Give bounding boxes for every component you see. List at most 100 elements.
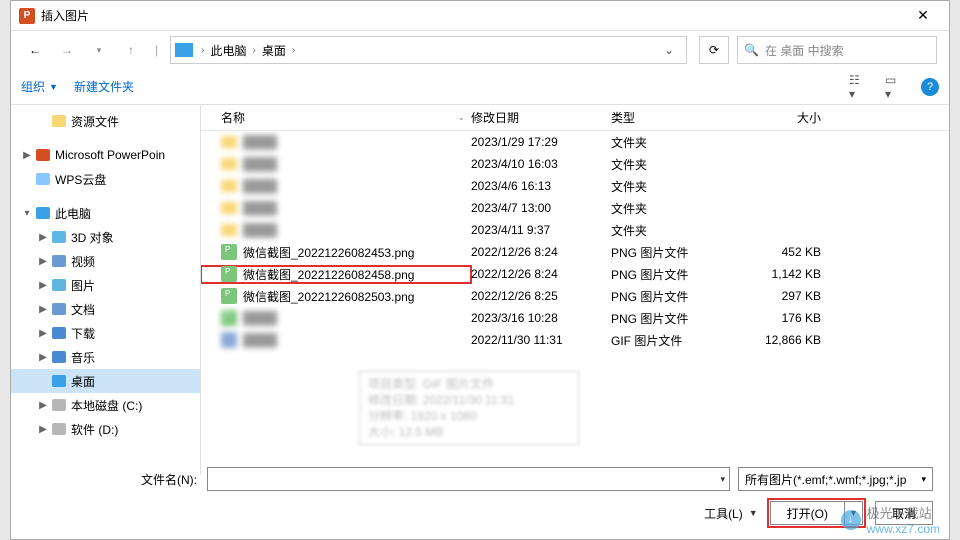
filter-label: 所有图片(*.emf;*.wmf;*.jpg;*.jp (745, 471, 906, 488)
file-size: 1,142 KB (741, 267, 841, 281)
music-icon (51, 349, 67, 365)
path-segment[interactable]: 桌面 (258, 42, 290, 59)
file-name: ████ (243, 179, 277, 193)
drive-icon (51, 397, 67, 413)
sidebar-item-downloads[interactable]: ▶下载 (11, 321, 200, 345)
table-row[interactable]: ████2023/4/11 9:37文件夹 (201, 219, 949, 241)
sidebar-item-label: 软件 (D:) (71, 421, 118, 438)
table-row[interactable]: 微信截图_20221226082503.png2022/12/26 8:25PN… (201, 285, 949, 307)
expander-icon[interactable]: ▶ (35, 304, 51, 315)
up-icon[interactable]: ↑ (119, 38, 143, 62)
column-type[interactable]: 类型 (611, 109, 741, 126)
sidebar-item-label: 3D 对象 (71, 229, 114, 246)
filename-row: 文件名(N): ▾ 所有图片(*.emf;*.wmf;*.jpg;*.jp ▾ (27, 467, 933, 491)
table-row[interactable]: 微信截图_20221226082458.png 2022/12/26 8:24PN… (201, 263, 949, 285)
search-input[interactable]: 🔍 在 桌面 中搜索 (737, 36, 937, 64)
file-type: PNG 图片文件 (611, 288, 741, 305)
file-name: ████ (243, 157, 277, 171)
table-row[interactable]: ████2023/4/7 13:00文件夹 (201, 197, 949, 219)
desktop-icon (51, 373, 67, 389)
sidebar-item-pc[interactable]: ▾ 此电脑 (11, 201, 200, 225)
column-date[interactable]: 修改日期 (471, 109, 611, 126)
sidebar-item-pictures[interactable]: ▶ 图片 (11, 273, 200, 297)
refresh-icon[interactable]: ⟳ (699, 36, 729, 64)
sidebar-item-video[interactable]: ▶ 视频 (11, 249, 200, 273)
file-tooltip: 项目类型: GIF 图片文件 修改日期: 2022/11/30 11:31 分辨… (359, 371, 579, 445)
table-row[interactable]: ████2023/4/10 16:03文件夹 (201, 153, 949, 175)
recent-dropdown-icon[interactable]: ▾ (87, 38, 111, 62)
file-name: ████ (243, 223, 277, 237)
close-icon[interactable]: ✕ (905, 4, 941, 28)
sidebar-item-music[interactable]: ▶ 音乐 (11, 345, 200, 369)
png-icon (221, 310, 237, 326)
sidebar-item-label: 视频 (71, 253, 95, 270)
preview-pane-icon[interactable]: ▭ ▾ (885, 77, 905, 97)
sidebar-item-drive[interactable]: ▶ 软件 (D:) (11, 417, 200, 441)
view-options-icon[interactable]: ☷ ▾ (849, 77, 869, 97)
list-header: 名称 ⌄ 修改日期 类型 大小 (201, 105, 949, 131)
column-size[interactable]: 大小 (741, 109, 841, 126)
chevron-right-icon: › (201, 45, 204, 56)
sidebar-item-label: 此电脑 (55, 205, 91, 222)
sidebar-item-docs[interactable]: ▶ 文档 (11, 297, 200, 321)
expander-icon[interactable]: ▶ (35, 280, 51, 291)
table-row[interactable]: 微信截图_20221226082453.png2022/12/26 8:24PN… (201, 241, 949, 263)
sidebar-item-ppt[interactable]: ▶Microsoft PowerPoin (11, 143, 200, 167)
sidebar-item-drive[interactable]: ▶本地磁盘 (C:) (11, 393, 200, 417)
nav-separator: | (155, 43, 158, 57)
table-row[interactable]: ████2022/11/30 11:31GIF 图片文件12,866 KB (201, 329, 949, 351)
file-date: 2022/12/26 8:24 (471, 267, 611, 281)
address-bar[interactable]: › 此电脑 › 桌面 › ⌄ (170, 36, 687, 64)
sidebar-item-folder[interactable]: 资源文件 (11, 109, 200, 133)
sidebar-item-cloud[interactable]: WPS云盘 (11, 167, 200, 191)
file-name: 微信截图_20221226082458.png (243, 266, 414, 283)
file-size: 452 KB (741, 245, 841, 259)
expander-icon[interactable]: ▶ (35, 328, 51, 339)
file-size: 176 KB (741, 311, 841, 325)
expander-icon[interactable]: ▶ (35, 232, 51, 243)
file-type-filter[interactable]: 所有图片(*.emf;*.wmf;*.jpg;*.jp ▾ (738, 467, 933, 491)
folder-icon (221, 158, 237, 170)
sidebar-item-label: 图片 (71, 277, 95, 294)
sidebar-item-label: 文档 (71, 301, 95, 318)
expander-icon[interactable]: ▾ (19, 208, 35, 219)
file-type: 文件夹 (611, 134, 741, 151)
table-row[interactable]: ████2023/1/29 17:29文件夹 (201, 131, 949, 153)
filename-input[interactable]: ▾ (207, 467, 730, 491)
filename-label: 文件名(N): (27, 471, 207, 488)
pictures-icon (51, 277, 67, 293)
path-segment[interactable]: 此电脑 (206, 42, 250, 59)
sidebar: 资源文件▶Microsoft PowerPoinWPS云盘▾此电脑▶3D 对象▶… (11, 105, 201, 475)
sidebar-item-label: 音乐 (71, 349, 95, 366)
3d-icon (51, 229, 67, 245)
back-icon[interactable]: ← (23, 38, 47, 62)
file-name: ████ (243, 333, 277, 347)
expander-icon[interactable]: ▶ (19, 150, 35, 161)
dialog-footer: 文件名(N): ▾ 所有图片(*.emf;*.wmf;*.jpg;*.jp ▾ … (11, 455, 949, 539)
organize-button[interactable]: 组织 ▼ (21, 78, 58, 95)
file-date: 2022/11/30 11:31 (471, 333, 611, 347)
new-folder-button[interactable]: 新建文件夹 (74, 78, 134, 95)
dialog-title: 插入图片 (41, 7, 905, 24)
path-dropdown-icon[interactable]: ⌄ (656, 43, 682, 57)
folder-icon (221, 180, 237, 192)
tools-button[interactable]: 工具(L) ▼ (704, 505, 758, 522)
expander-icon[interactable]: ▶ (35, 352, 51, 363)
sidebar-item-3d[interactable]: ▶ 3D 对象 (11, 225, 200, 249)
table-row[interactable]: ████2023/3/16 10:28PNG 图片文件176 KB (201, 307, 949, 329)
titlebar: P 插入图片 ✕ (11, 1, 949, 31)
column-name[interactable]: 名称 ⌄ (201, 109, 471, 126)
expander-icon[interactable]: ▶ (35, 400, 51, 411)
tooltip-line: 项目类型: GIF 图片文件 (368, 376, 570, 392)
chevron-down-icon: ▾ (720, 474, 725, 485)
sidebar-item-desktop[interactable]: 桌面 (11, 369, 200, 393)
watermark-logo-icon: ↓ (841, 510, 861, 530)
watermark-url: www.xz7.com (867, 522, 940, 536)
help-icon[interactable]: ? (921, 78, 939, 96)
pc-icon (35, 205, 51, 221)
table-row[interactable]: ████2023/4/6 16:13文件夹 (201, 175, 949, 197)
expander-icon[interactable]: ▶ (35, 424, 51, 435)
file-type: PNG 图片文件 (611, 266, 741, 283)
chevron-right-icon: › (292, 45, 295, 56)
expander-icon[interactable]: ▶ (35, 256, 51, 267)
